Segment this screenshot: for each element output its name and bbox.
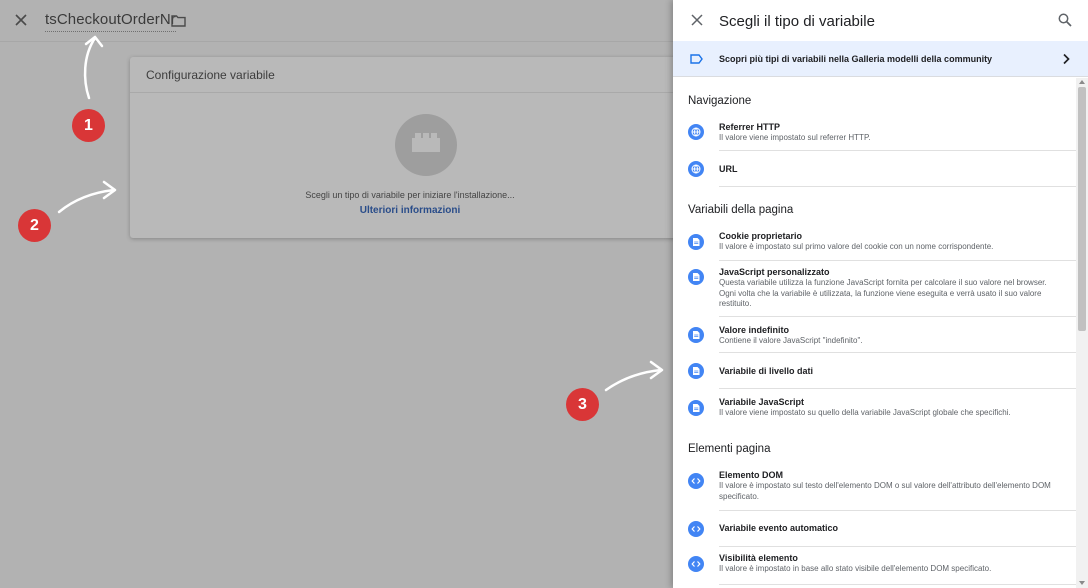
variable-type-placeholder[interactable]: [395, 114, 457, 176]
variable-name[interactable]: tsCheckoutOrderNr: [45, 11, 176, 32]
scrollbar-thumb[interactable]: [1078, 87, 1086, 331]
list-item-data-layer-variable[interactable]: Variabile di livello dati: [673, 353, 1077, 389]
item-description: Contiene il valore JavaScript "indefinit…: [719, 336, 863, 345]
list-item-auto-event-variable[interactable]: Variabile evento automatico: [673, 511, 1077, 547]
code-icon: [688, 473, 704, 489]
list-item-javascript-variable[interactable]: Variabile JavaScript Il valore viene imp…: [673, 389, 1077, 427]
variable-configuration-card[interactable]: Configurazione variabile Scegli un tipo …: [130, 57, 690, 238]
list-item-undefined-value[interactable]: Valore indefinito Contiene il valore Jav…: [673, 317, 1077, 353]
list-item-url[interactable]: URL: [673, 151, 1077, 187]
item-title: Variabile di livello dati: [719, 366, 814, 376]
globe-icon: [688, 161, 704, 177]
panel-title: Scegli il tipo di variabile: [719, 13, 875, 30]
item-title: Variabile evento automatico: [719, 523, 839, 533]
close-icon[interactable]: [691, 14, 703, 26]
annotation-arrow-1: [83, 35, 104, 100]
document-icon: [688, 234, 704, 250]
document-icon: [688, 363, 704, 379]
item-description: Il valore viene impostato su quello dell…: [719, 408, 1011, 417]
item-title: URL: [719, 164, 738, 174]
annotation-badge-1: 1: [72, 109, 105, 142]
search-icon[interactable]: [1058, 13, 1072, 27]
folder-icon[interactable]: [171, 14, 186, 27]
item-title: Visibilità elemento: [719, 553, 798, 563]
variable-type-list: Navigazione Referrer HTTP Il valore vien…: [673, 77, 1077, 588]
item-title: Referrer HTTP: [719, 122, 781, 132]
document-icon: [688, 269, 704, 285]
brick-icon: [412, 133, 440, 152]
item-title: Variabile JavaScript: [719, 397, 805, 407]
learn-more-link[interactable]: Ulteriori informazioni: [130, 205, 690, 216]
item-title: JavaScript personalizzato: [719, 267, 830, 277]
divider: [719, 584, 1077, 585]
item-description: Il valore è impostato sul testo dell'ele…: [719, 481, 1051, 501]
label-icon: [690, 54, 703, 64]
document-icon: [688, 400, 704, 416]
item-title: Elemento DOM: [719, 470, 784, 480]
item-title: Valore indefinito: [719, 325, 790, 335]
config-card-title: Configurazione variabile: [130, 57, 690, 93]
annotation-arrow-3: [604, 360, 664, 392]
list-item-element-visibility[interactable]: Visibilità elemento Il valore è impostat…: [673, 547, 1077, 585]
list-item-dom-element[interactable]: Elemento DOM Il valore è impostato sul t…: [673, 463, 1077, 511]
list-item-first-party-cookie[interactable]: Cookie proprietario Il valore è impostat…: [673, 223, 1077, 261]
panel-scrollbar[interactable]: [1076, 78, 1088, 588]
config-hint: Scegli un tipo di variabile per iniziare…: [305, 190, 515, 200]
document-icon: [688, 327, 704, 343]
list-item-referrer-http[interactable]: Referrer HTTP Il valore viene impostato …: [673, 113, 1077, 151]
item-description: Il valore è impostato sul primo valore d…: [719, 242, 994, 251]
scroll-up-arrow[interactable]: [1079, 80, 1085, 84]
list-item-custom-javascript[interactable]: JavaScript personalizzato Questa variabi…: [673, 261, 1077, 317]
code-icon: [688, 556, 704, 572]
code-icon: [688, 521, 704, 537]
panel-header: Scegli il tipo di variabile: [673, 0, 1088, 41]
item-description: Il valore è impostato in base allo stato…: [719, 564, 992, 573]
close-icon[interactable]: [13, 12, 29, 28]
scroll-down-arrow[interactable]: [1079, 581, 1085, 585]
item-description: Il valore viene impostato sul referrer H…: [719, 133, 871, 142]
section-title-page-variables: Variabili della pagina: [688, 204, 794, 216]
item-title: Cookie proprietario: [719, 231, 803, 241]
annotation-badge-3: 3: [566, 388, 599, 421]
annotation-badge-2: 2: [18, 209, 51, 242]
community-gallery-banner[interactable]: Scopri più tipi di variabili nella Galle…: [673, 41, 1088, 77]
annotation-arrow-2: [57, 180, 117, 214]
gallery-text: Scopri più tipi di variabili nella Galle…: [719, 54, 993, 64]
item-description: Questa variabile utilizza la funzione Ja…: [719, 278, 1047, 308]
section-title-page-elements: Elementi pagina: [688, 443, 771, 455]
chevron-right-icon: [1063, 53, 1070, 65]
globe-icon: [688, 124, 704, 140]
divider: [719, 186, 1077, 187]
section-title-navigation: Navigazione: [688, 95, 752, 107]
variable-type-panel: Scegli il tipo di variabile Scopri più t…: [673, 0, 1088, 588]
